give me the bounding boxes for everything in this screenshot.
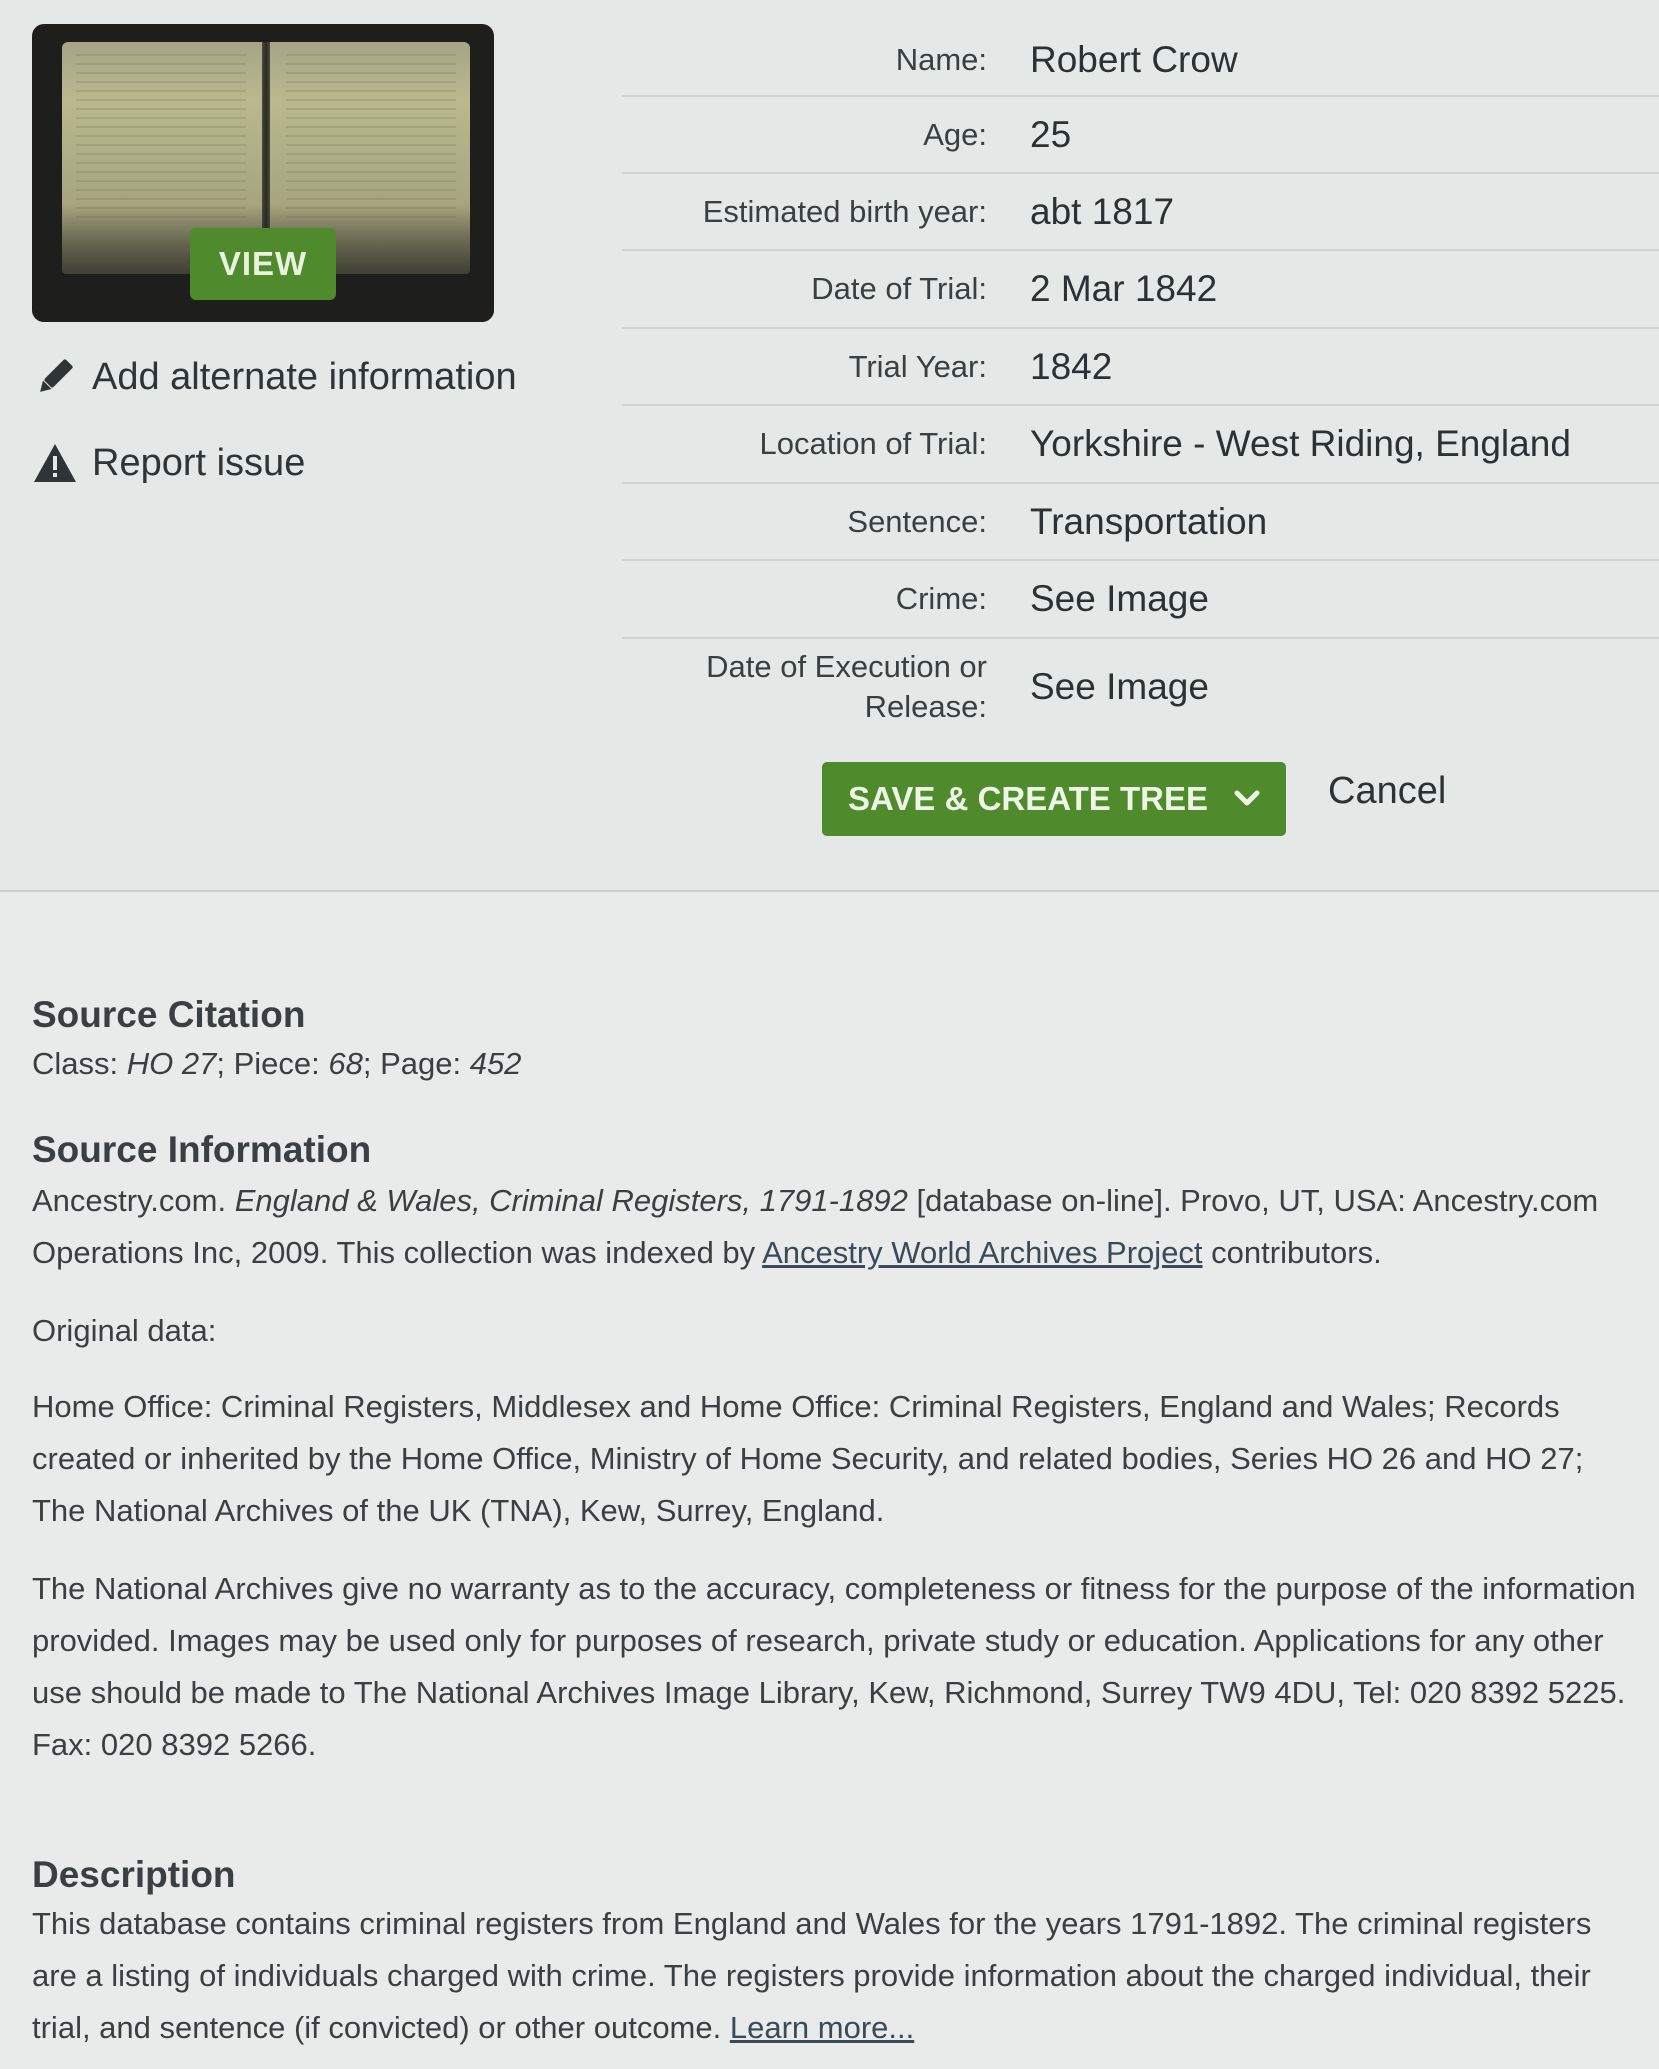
record-facts-table: Name: Robert Crow Age: 25 Estimated birt… [622, 24, 1659, 735]
add-alternate-info-link[interactable]: Add alternate information [32, 354, 517, 400]
description-text: This database contains criminal register… [32, 1898, 1642, 2054]
source-information-section: Source Information Ancestry.com. England… [32, 1129, 1642, 1771]
report-issue-link[interactable]: Report issue [32, 440, 305, 486]
original-data-text: Home Office: Criminal Registers, Middles… [32, 1389, 1584, 1528]
fact-row-trial-date: Date of Trial: 2 Mar 1842 [622, 251, 1659, 329]
fact-label-sentence: Sentence: [847, 503, 987, 539]
fact-row-crime: Crime: See Image [622, 561, 1659, 639]
fact-row-sentence: Sentence: Transportation [622, 484, 1659, 561]
original-data-label: Original data: [32, 1313, 217, 1348]
fact-label-execution-line2: Release: [864, 689, 987, 724]
source-citation-heading: Source Citation [32, 994, 306, 1035]
add-alternate-info-label: Add alternate information [92, 355, 517, 398]
source-info-text-end: contributors. [1202, 1235, 1382, 1270]
fact-label-name: Name: [895, 41, 987, 77]
fact-row-execution-release: Date of Execution or Release: See Image [622, 639, 1659, 735]
source-citation-text: Class: HO 27; Piece: 68; Page: 452 [32, 1038, 1642, 1090]
fact-label-trial-date: Date of Trial: [811, 271, 987, 306]
citation-class-label: Class: [32, 1046, 127, 1081]
view-image-button[interactable]: VIEW [190, 228, 336, 300]
save-create-tree-button[interactable]: SAVE & CREATE TREE [822, 762, 1286, 836]
report-issue-label: Report issue [92, 441, 306, 484]
citation-page-value: 452 [469, 1046, 522, 1081]
warning-icon [32, 440, 78, 486]
book-right-lines [286, 54, 456, 224]
record-image-thumbnail[interactable]: VIEW [32, 24, 494, 322]
description-section: Description This database contains crimi… [32, 1854, 1642, 2054]
book-left-lines [76, 54, 246, 224]
fact-value-trial-location: Yorkshire - West Riding, England [1030, 423, 1571, 464]
citation-piece-value: 68 [328, 1046, 363, 1081]
fact-label-birth-year: Estimated birth year: [702, 193, 987, 229]
citation-class-value: HO 27 [126, 1046, 217, 1081]
source-info-title: England & Wales, Criminal Registers, 179… [234, 1183, 908, 1218]
description-heading: Description [32, 1854, 236, 1895]
fact-value-sentence: Transportation [1030, 500, 1268, 542]
fact-value-execution-release: See Image [1030, 666, 1209, 707]
cancel-link[interactable]: Cancel [1328, 770, 1446, 813]
fact-value-crime: See Image [1030, 578, 1209, 619]
source-information-text: Ancestry.com. England & Wales, Criminal … [32, 1175, 1642, 1279]
fact-label-trial-location: Location of Trial: [759, 426, 987, 461]
fact-label-crime: Crime: [895, 581, 987, 616]
fact-value-name: Robert Crow [1030, 38, 1238, 80]
fact-row-name: Name: Robert Crow [622, 24, 1659, 97]
source-info-text-before: Ancestry.com. [32, 1183, 235, 1218]
fact-label-execution-line1: Date of Execution or [706, 649, 987, 684]
save-create-tree-label: SAVE & CREATE TREE [848, 780, 1208, 817]
fact-label-age: Age: [923, 116, 987, 152]
source-citation-section: Source Citation Class: HO 27; Piece: 68;… [32, 994, 1642, 1090]
fact-row-trial-location: Location of Trial: Yorkshire - West Ridi… [622, 406, 1659, 484]
chevron-down-icon[interactable] [1234, 790, 1260, 808]
pencil-icon [32, 354, 78, 400]
source-information-heading: Source Information [32, 1129, 372, 1170]
fact-value-birth-year: abt 1817 [1030, 190, 1175, 232]
fact-row-age: Age: 25 [622, 97, 1659, 174]
citation-page-label: ; Page: [362, 1046, 470, 1081]
fact-value-trial-date: 2 Mar 1842 [1030, 268, 1218, 309]
fact-row-trial-year: Trial Year: 1842 [622, 329, 1659, 406]
warranty-text: The National Archives give no warranty a… [32, 1571, 1636, 1762]
fact-value-age: 25 [1030, 113, 1072, 155]
fact-row-birth-year: Estimated birth year: abt 1817 [622, 174, 1659, 251]
world-archives-project-link[interactable]: Ancestry World Archives Project [762, 1235, 1202, 1270]
fact-label-trial-year: Trial Year: [848, 348, 987, 384]
fact-value-trial-year: 1842 [1030, 345, 1113, 387]
fact-label-execution-release: Date of Execution or Release: [622, 647, 987, 727]
citation-piece-label: ; Piece: [216, 1046, 329, 1081]
learn-more-link[interactable]: Learn more... [730, 2010, 914, 2045]
